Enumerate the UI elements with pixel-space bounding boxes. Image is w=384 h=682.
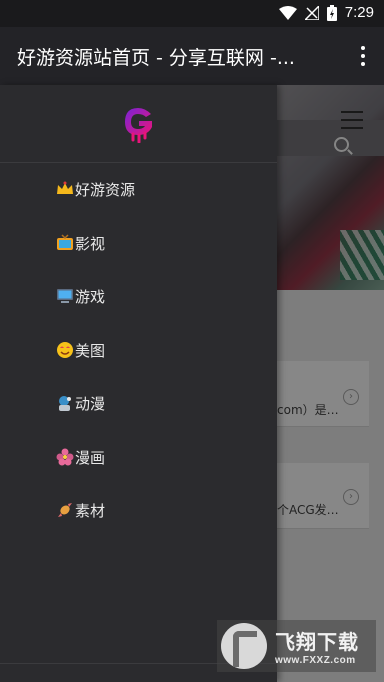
drawer-item-label: 动漫 [75,394,106,413]
app-bar: 好游资源站首页 - 分享互联网 -... [0,27,384,85]
drawer-item-label: 影视 [75,234,106,253]
drawer-item-games[interactable]: 游戏 [56,284,105,308]
no-signal-icon [304,5,319,20]
drawer-item-comics[interactable]: 漫画 [56,445,105,469]
tv-icon [57,234,73,250]
status-bar: 7:29 [0,0,384,27]
dot-icon [361,54,365,58]
watermark-logo-icon [221,623,267,669]
battery-charging-icon [326,4,337,21]
drawer-item-label: 美图 [75,341,106,360]
site-logo-icon [125,108,152,143]
wifi-icon [278,5,297,20]
watermark-url: www.FXXZ.com [275,655,356,666]
drawer-item-label: 漫画 [75,448,106,467]
drawer-item-label: 好游资源 [75,180,136,199]
dot-icon [361,46,365,50]
anime-character-icon [59,396,71,411]
crown-icon [57,181,73,194]
computer-icon [57,289,73,303]
navigation-drawer: 好游资源 影视 游戏 美图 动漫 漫画 素材 [0,85,277,682]
page-title: 好游资源站首页 - 分享互联网 -... [17,47,295,69]
candy-icon [58,503,72,517]
status-time: 7:29 [344,4,374,21]
drawer-item-anime[interactable]: 动漫 [56,391,105,415]
drawer-item-pictures[interactable]: 美图 [56,338,105,362]
overflow-menu-button[interactable] [356,42,370,70]
drawer-item-label: 素材 [75,501,106,520]
watermark-text: 飞翔下载 www.FXXZ.com [275,626,359,666]
smiley-face-icon [57,342,73,358]
watermark: 飞翔下载 www.FXXZ.com [217,620,376,672]
drawer-item-haoyou[interactable]: 好游资源 [56,177,135,201]
drawer-header [0,85,277,163]
drawer-item-video[interactable]: 影视 [56,231,105,255]
watermark-title: 飞翔下载 [275,630,359,654]
dot-icon [361,62,365,66]
flower-icon [56,448,74,466]
drawer-item-materials[interactable]: 素材 [56,498,105,522]
status-icons: 7:29 [278,4,374,21]
drawer-item-label: 游戏 [75,287,106,306]
